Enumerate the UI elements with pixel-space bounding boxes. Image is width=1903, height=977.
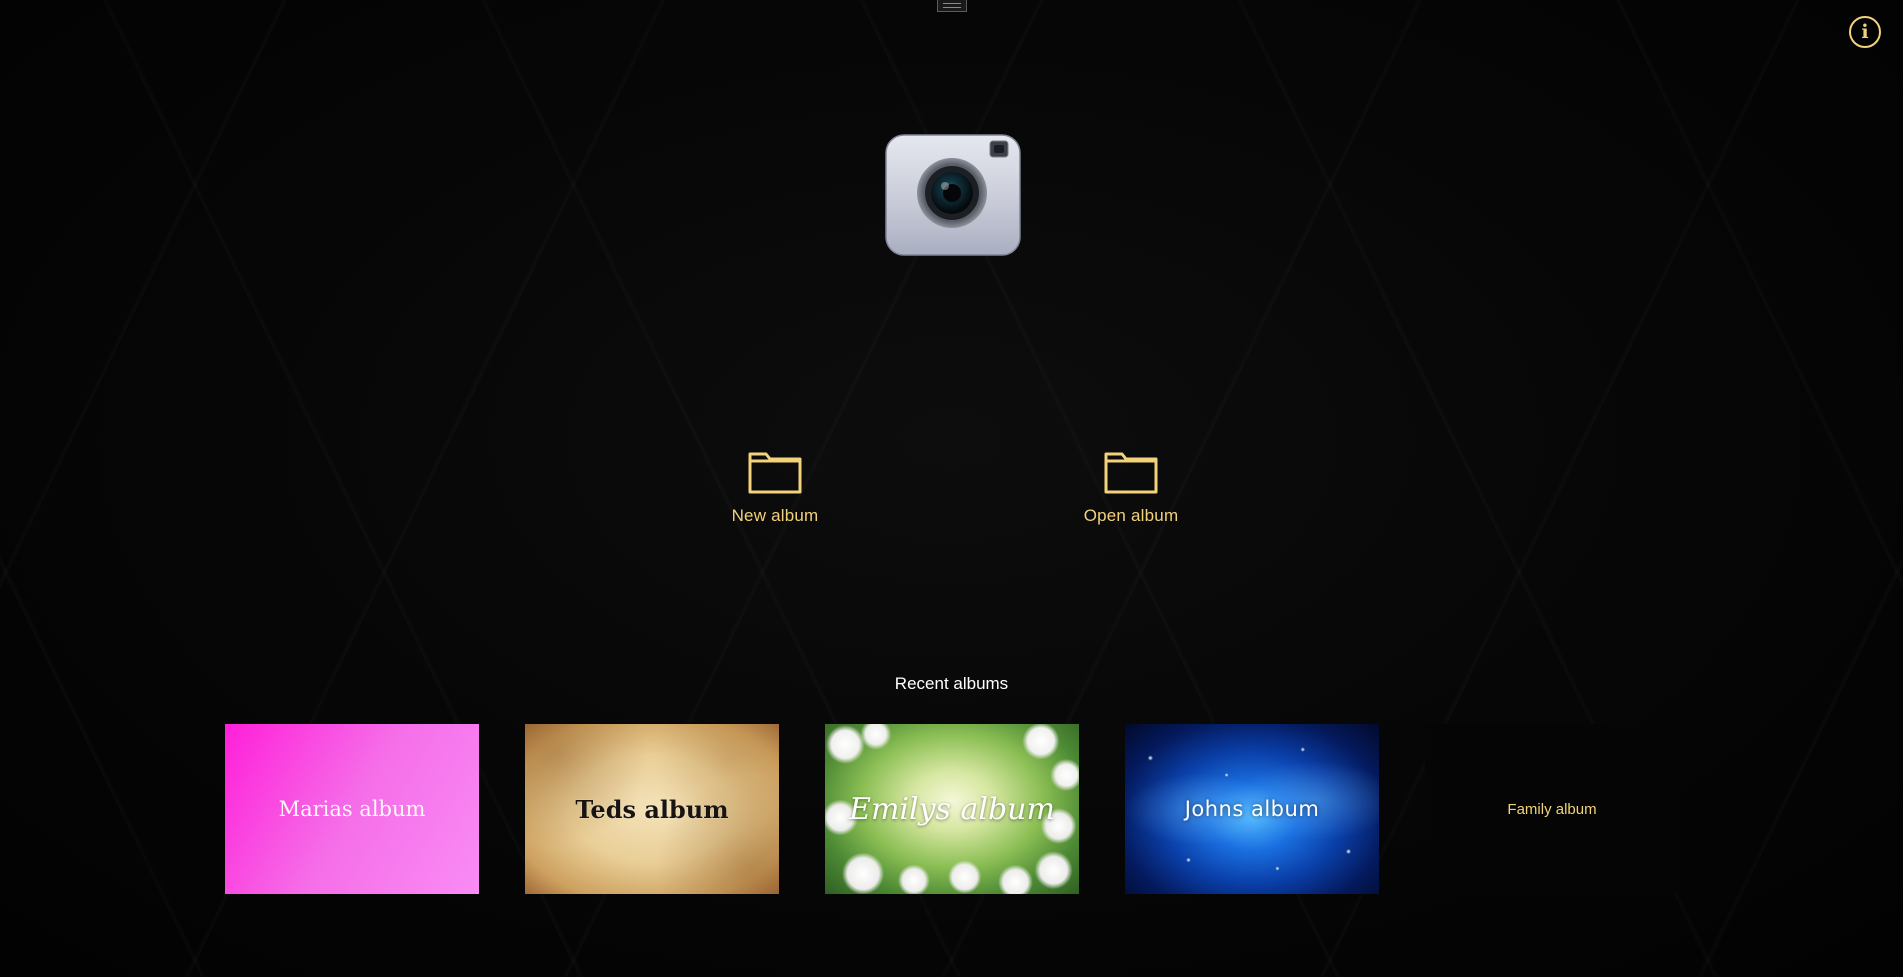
info-button[interactable]: i (1849, 16, 1881, 48)
window-handle[interactable] (937, 0, 967, 12)
folder-icon (748, 452, 802, 494)
camera-icon (884, 133, 1022, 257)
open-album-label: Open album (1083, 506, 1179, 525)
album-card-marias[interactable]: Marias album (225, 724, 479, 894)
open-album-button[interactable]: Open album (1051, 452, 1211, 526)
recent-albums-heading: Recent albums (894, 674, 1009, 693)
album-title: Family album (1507, 800, 1597, 818)
album-title: Johns album (1184, 797, 1320, 821)
new-album-label: New album (731, 506, 819, 525)
album-title: Teds album (575, 794, 729, 824)
info-icon: i (1861, 21, 1869, 43)
folder-icon (1104, 452, 1158, 494)
album-title: Emilys album (849, 791, 1055, 827)
new-album-button[interactable]: New album (695, 452, 855, 526)
album-card-family[interactable]: Family album (1425, 724, 1679, 894)
album-title: Marias album (278, 797, 426, 821)
recent-albums-list: Marias album Teds album Emilys album Joh… (225, 724, 1679, 894)
album-card-emilys[interactable]: Emilys album (825, 724, 1079, 894)
album-card-johns[interactable]: Johns album (1125, 724, 1379, 894)
album-card-teds[interactable]: Teds album (525, 724, 779, 894)
menu-handle-icon (943, 3, 961, 8)
